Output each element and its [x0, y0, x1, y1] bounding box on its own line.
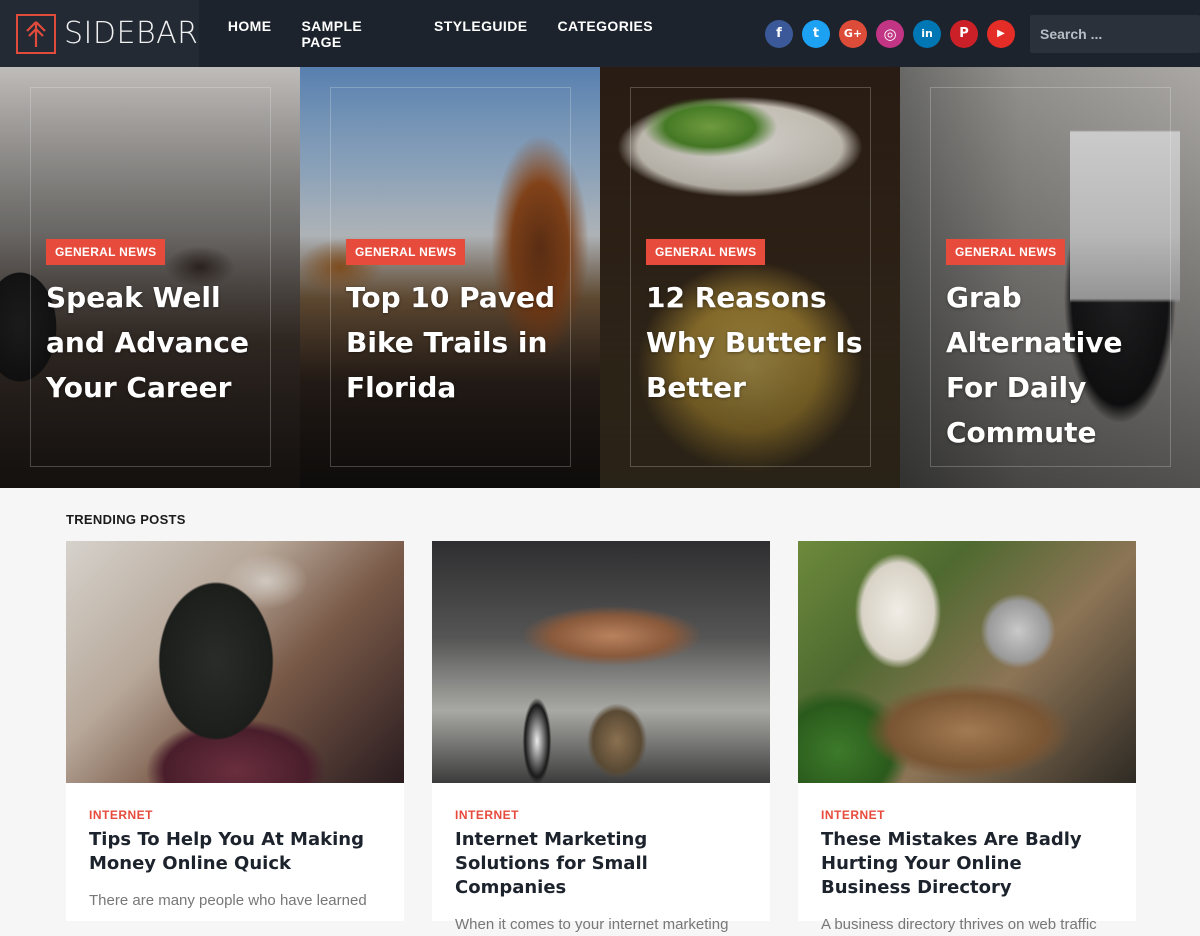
nav-home[interactable]: HOME	[228, 18, 272, 50]
section-heading: TRENDING POSTS	[66, 512, 186, 527]
category-badge[interactable]: GENERAL NEWS	[946, 239, 1066, 265]
youtube-icon[interactable]: ▶	[987, 19, 1015, 48]
post-excerpt: There are many people who have learned	[89, 892, 367, 909]
google-plus-icon[interactable]: G+	[839, 19, 867, 48]
post-card[interactable]: INTERNET Internet Marketing Solutions fo…	[432, 541, 770, 933]
featured-slide[interactable]: GENERAL NEWS Speak Well and Advance Your…	[0, 67, 300, 488]
post-card[interactable]: INTERNET Tips To Help You At Making Mone…	[66, 541, 404, 921]
post-title[interactable]: These Mistakes Are Badly Hurting Your On…	[821, 828, 1113, 900]
search-input[interactable]	[1030, 14, 1200, 53]
featured-slide[interactable]: GENERAL NEWS Top 10 Paved Bike Trails in…	[300, 67, 600, 488]
post-category[interactable]: INTERNET	[821, 808, 1113, 822]
slide-title[interactable]: Grab Alternative For Daily Commute	[946, 275, 1176, 455]
featured-slide[interactable]: GENERAL NEWS 12 Reasons Why Butter Is Be…	[600, 67, 900, 488]
twitter-icon[interactable]: t	[802, 19, 830, 48]
category-badge[interactable]: GENERAL NEWS	[646, 239, 766, 265]
site-header: SIDEBAR HOME SAMPLE PAGE STYLEGUIDE CATE…	[0, 0, 1200, 67]
main-nav: HOME SAMPLE PAGE STYLEGUIDE CATEGORIES	[228, 18, 653, 50]
category-badge[interactable]: GENERAL NEWS	[46, 239, 166, 265]
nav-sample-page[interactable]: SAMPLE PAGE	[301, 18, 404, 50]
logo-text: SIDEBAR	[64, 16, 199, 51]
nav-styleguide[interactable]: STYLEGUIDE	[434, 18, 527, 50]
facebook-icon[interactable]: f	[765, 19, 793, 48]
post-title[interactable]: Internet Marketing Solutions for Small C…	[455, 828, 747, 900]
slide-title[interactable]: 12 Reasons Why Butter Is Better	[646, 275, 876, 410]
category-badge[interactable]: GENERAL NEWS	[346, 239, 466, 265]
nav-categories[interactable]: CATEGORIES	[557, 18, 653, 50]
linkedin-icon[interactable]: in	[913, 19, 941, 48]
tree-logo-icon	[16, 13, 56, 54]
instagram-icon[interactable]: ◎	[876, 19, 904, 48]
post-thumbnail[interactable]	[798, 541, 1136, 783]
social-links: f t G+ ◎ in P ▶	[765, 19, 1015, 48]
post-title[interactable]: Tips To Help You At Making Money Online …	[89, 828, 381, 876]
site-logo[interactable]: SIDEBAR	[0, 0, 199, 67]
post-excerpt: When it comes to your internet marketing	[455, 916, 729, 933]
featured-slider: GENERAL NEWS Speak Well and Advance Your…	[0, 67, 1200, 488]
slide-title[interactable]: Speak Well and Advance Your Career	[46, 275, 276, 410]
post-excerpt: A business directory thrives on web traf…	[821, 916, 1097, 933]
post-card[interactable]: INTERNET These Mistakes Are Badly Hurtin…	[798, 541, 1136, 933]
post-thumbnail[interactable]	[432, 541, 770, 783]
post-category[interactable]: INTERNET	[455, 808, 747, 822]
trending-posts: INTERNET Tips To Help You At Making Mone…	[66, 541, 1136, 933]
featured-slide[interactable]: GENERAL NEWS Grab Alternative For Daily …	[900, 67, 1200, 488]
post-thumbnail[interactable]	[66, 541, 404, 783]
slide-title[interactable]: Top 10 Paved Bike Trails in Florida	[346, 275, 576, 410]
pinterest-icon[interactable]: P	[950, 19, 978, 48]
post-category[interactable]: INTERNET	[89, 808, 381, 822]
